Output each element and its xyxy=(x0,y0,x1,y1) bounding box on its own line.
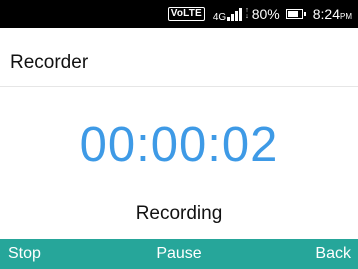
volte-badge: VoLTE xyxy=(167,7,205,21)
clock-period: PM xyxy=(340,12,352,21)
status-bar: VoLTE 4G ↑ ↓ 80% 8:24PM xyxy=(0,0,358,28)
stop-softkey[interactable]: Stop xyxy=(8,245,41,263)
softkey-bar: Stop Pause Back xyxy=(0,239,358,269)
data-transfer-arrows-icon: ↑ ↓ xyxy=(245,7,249,20)
title-divider xyxy=(0,86,358,87)
recorder-screen: VoLTE 4G ↑ ↓ 80% 8:24PM Recorder 00:00:0… xyxy=(0,0,358,269)
recording-state: Recording xyxy=(135,203,223,224)
clock-time: 8:24 xyxy=(312,6,340,22)
network-type: 4G xyxy=(212,11,227,23)
elapsed-timer: 00:00:02 xyxy=(79,118,279,172)
pause-softkey[interactable]: Pause xyxy=(156,245,201,262)
battery-icon xyxy=(285,9,306,19)
signal-bars-icon xyxy=(227,7,243,21)
softkey-center-wrapper: Pause xyxy=(0,245,358,263)
back-softkey[interactable]: Back xyxy=(315,245,351,263)
page-title: Recorder xyxy=(10,52,89,73)
status-clock: 8:24PM xyxy=(313,6,352,22)
battery-percent: 80% xyxy=(251,6,280,22)
battery-level-fill xyxy=(287,11,299,17)
